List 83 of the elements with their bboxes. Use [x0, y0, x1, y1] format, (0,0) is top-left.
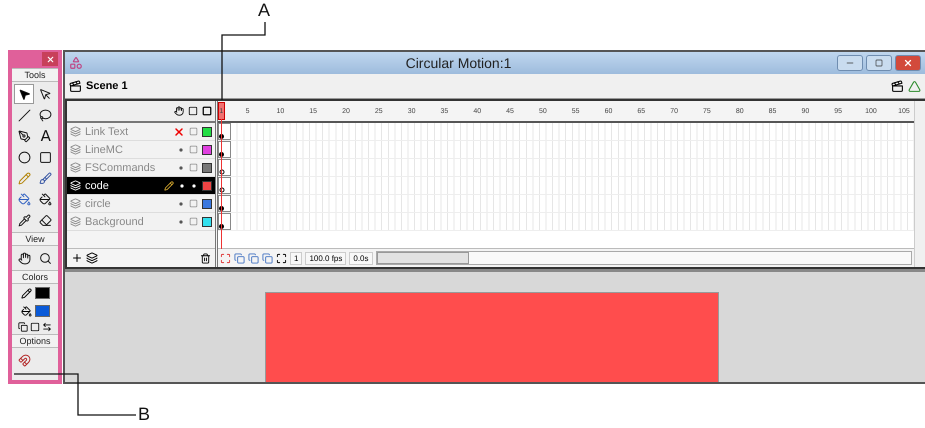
- keyframe[interactable]: [218, 177, 232, 194]
- ink-tool-icon: [18, 192, 31, 206]
- eraser-tool-icon: [39, 214, 52, 226]
- horizontal-scrollbar[interactable]: [376, 251, 912, 265]
- hand-tool-icon: [18, 252, 31, 264]
- frame-rate: 100.0 fps: [305, 252, 346, 264]
- keyframe[interactable]: [218, 195, 232, 212]
- arrow-tool-icon: [18, 88, 31, 100]
- pencil-icon: [20, 288, 32, 298]
- outline-swatch[interactable]: [202, 162, 212, 172]
- current-frame: 1: [290, 252, 302, 264]
- line-tool-icon: [18, 108, 31, 122]
- bucket-icon: [20, 306, 32, 316]
- callout-label: A: [258, 0, 270, 21]
- keyframe[interactable]: [218, 213, 232, 230]
- visible-dot-icon[interactable]: [177, 200, 185, 208]
- layer-name: LineMC: [85, 144, 124, 156]
- color-swatch[interactable]: [34, 287, 50, 299]
- text-tool-button[interactable]: A: [36, 126, 56, 146]
- action-keyframe-icon: [219, 187, 225, 193]
- keyframe[interactable]: [218, 141, 232, 158]
- layer-row[interactable]: code: [67, 177, 215, 195]
- trash-icon[interactable]: [200, 252, 211, 264]
- lasso-tool-icon: [39, 108, 52, 122]
- outline-swatch[interactable]: [202, 216, 212, 226]
- outline-icon: [202, 106, 212, 116]
- zoom-tool-icon: [39, 252, 52, 264]
- color-swatch[interactable]: [34, 305, 50, 317]
- keyframe[interactable]: [218, 123, 232, 140]
- close-button[interactable]: [42, 52, 58, 66]
- vertical-scrollbar[interactable]: [914, 101, 925, 267]
- layer-name: Background: [85, 216, 145, 228]
- rectangle-tool-icon: [39, 150, 52, 164]
- edit-symbol-icon[interactable]: [908, 80, 921, 92]
- subselect-tool-icon: [39, 88, 52, 100]
- close-icon: [903, 58, 913, 68]
- oval-tool-icon: [18, 150, 31, 164]
- close-icon: [46, 54, 54, 64]
- section-title: Tools: [12, 68, 58, 82]
- section-title: Colors: [12, 270, 58, 284]
- outline-swatch[interactable]: [202, 126, 212, 136]
- swap-colors-icon: [42, 322, 52, 332]
- window-title: Circular Motion:1: [404, 55, 512, 71]
- elapsed-time: 0.0s: [349, 252, 372, 264]
- lock-dot-icon[interactable]: [190, 182, 198, 190]
- layer-name: code: [85, 180, 110, 192]
- outline-swatch[interactable]: [202, 180, 212, 190]
- center-frame-icon[interactable]: [220, 252, 231, 264]
- restore-button[interactable]: [866, 55, 892, 71]
- brush-tool-icon: [39, 172, 52, 184]
- close-button[interactable]: [895, 55, 921, 71]
- keyframe[interactable]: [218, 159, 232, 176]
- magnet-tool-icon: [18, 354, 31, 366]
- pencil-tool-icon: [18, 172, 31, 184]
- arrow-tool-button[interactable]: [14, 84, 34, 104]
- layer-icon: [70, 162, 81, 173]
- scene-name: Scene 1: [86, 80, 129, 92]
- add-layer-icon[interactable]: [71, 252, 83, 264]
- layer-name: Link Text: [85, 126, 130, 138]
- visible-dot-icon[interactable]: [178, 182, 186, 190]
- action-keyframe-icon: [219, 169, 225, 175]
- visible-dot-icon[interactable]: [177, 218, 185, 226]
- pen-tool-icon: [18, 130, 31, 142]
- hidden-icon[interactable]: [173, 126, 185, 138]
- section-title: View: [12, 232, 58, 246]
- layer-icon: [70, 126, 81, 137]
- layer-icon: [70, 144, 81, 155]
- layer-icon: [70, 198, 81, 209]
- visible-dot-icon[interactable]: [177, 146, 185, 154]
- edit-scene-icon[interactable]: [891, 80, 904, 92]
- layer-icon: [70, 180, 81, 191]
- section-title: Options: [12, 334, 58, 348]
- scene-icon: [69, 80, 82, 92]
- layer-icon: [70, 216, 81, 227]
- bucket-tool-icon: [39, 192, 52, 206]
- outline-swatch[interactable]: [202, 144, 212, 154]
- layer-name: circle: [85, 198, 112, 210]
- visible-dot-icon[interactable]: [177, 164, 185, 172]
- layer-name: FSCommands: [85, 162, 156, 174]
- restore-icon: [875, 59, 883, 67]
- outline-swatch[interactable]: [202, 198, 212, 208]
- callout-label: B: [138, 404, 150, 425]
- dropper-tool-icon: [18, 214, 31, 226]
